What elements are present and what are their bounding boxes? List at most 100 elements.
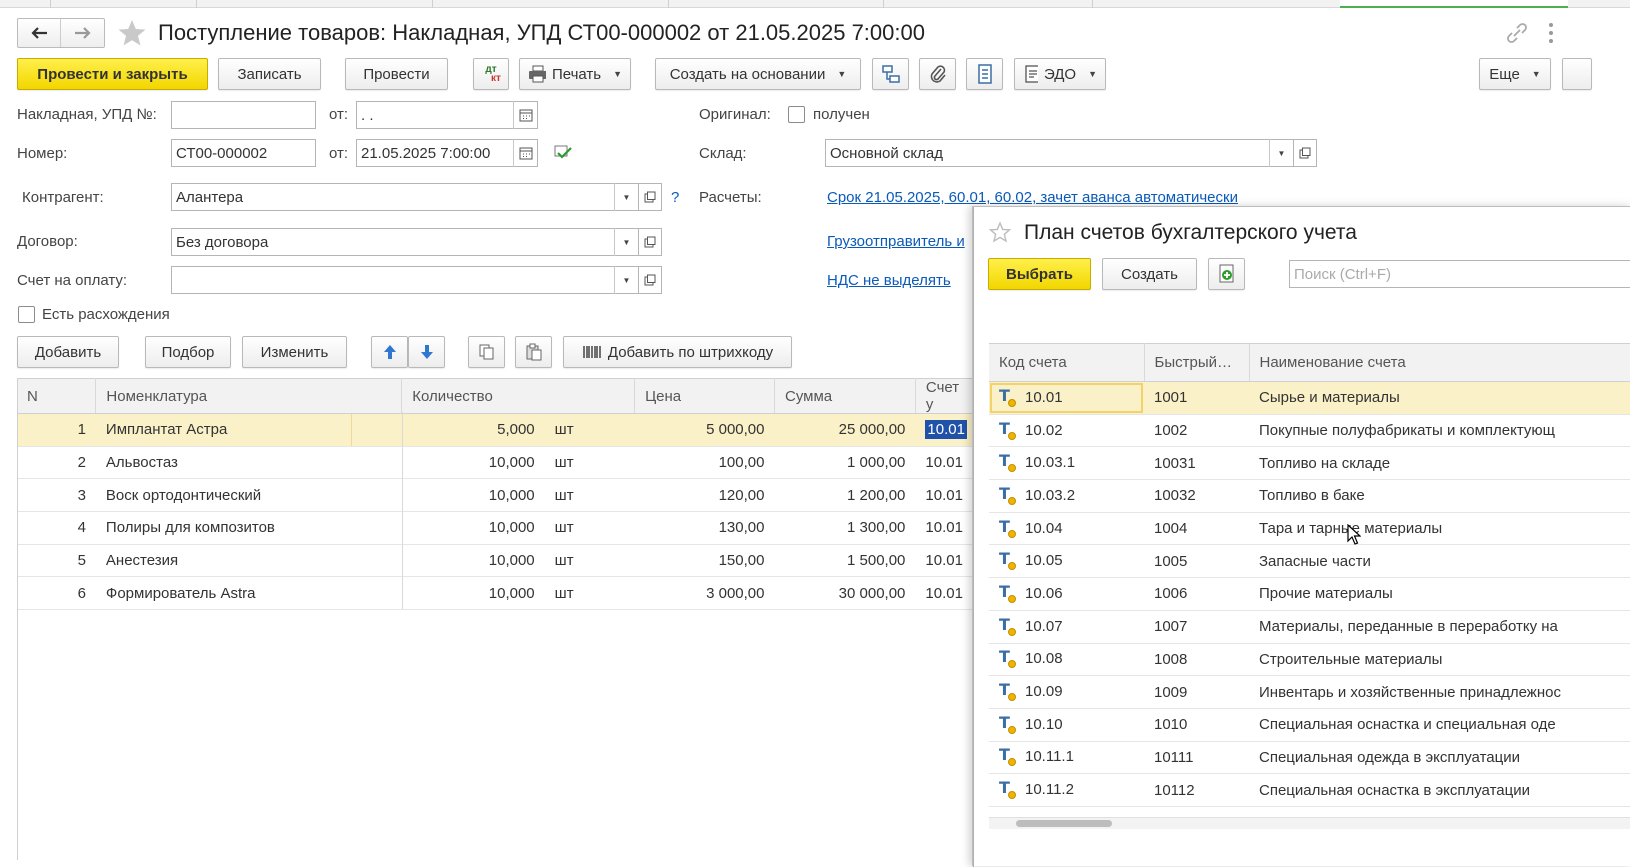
column-header-price[interactable]: Цена — [634, 378, 775, 414]
account-quick-cell[interactable]: 1001 — [1144, 381, 1249, 415]
row-price[interactable]: 150,00 — [634, 544, 775, 578]
account-quick-cell[interactable]: 1002 — [1144, 414, 1249, 448]
table-row[interactable]: 5 Анестезия 10,000 шт 150,00 1 500,00 10.01 — [17, 544, 977, 578]
payment-invoice-field[interactable]: ▼ — [171, 266, 639, 294]
row-number[interactable]: 6 — [17, 576, 96, 611]
create-account-button[interactable]: Создать — [1102, 258, 1197, 290]
account-row[interactable]: T 10.11.2 10112 Специальная оснастка в эксп… — [989, 773, 1630, 807]
contract-dropdown-button[interactable]: ▼ — [614, 228, 638, 256]
row-account[interactable]: 10.01 — [915, 576, 977, 611]
account-row[interactable]: T 10.04 1004 Тара и тарные материалы — [989, 512, 1630, 546]
account-quick-cell[interactable]: 10111 — [1144, 741, 1249, 775]
discrepancy-checkbox[interactable] — [18, 306, 35, 323]
contract-open-button[interactable] — [638, 228, 662, 256]
row-number[interactable]: 3 — [17, 478, 96, 513]
account-quick-cell[interactable]: 10112 — [1144, 773, 1249, 807]
list-button[interactable] — [966, 58, 1003, 90]
row-account[interactable]: 10.01 — [915, 478, 977, 513]
row-unit[interactable]: шт — [544, 511, 635, 545]
document-check-icon[interactable] — [553, 144, 573, 162]
favorite-star-icon[interactable] — [989, 221, 1011, 243]
account-row[interactable]: T 10.03.1 10031 Топливо на складе — [989, 446, 1630, 481]
row-price[interactable]: 130,00 — [634, 511, 775, 545]
add-by-barcode-button[interactable]: Добавить по штрихкоду — [563, 336, 792, 368]
account-code-cell[interactable]: T 10.04 — [989, 512, 1144, 546]
row-account[interactable]: 10.01 — [915, 446, 977, 480]
account-quick-cell[interactable]: 1008 — [1144, 643, 1249, 677]
print-button[interactable]: Печать ▼ — [519, 58, 631, 90]
account-row[interactable]: T 10.07 1007 Материалы, переданные в перера… — [989, 610, 1630, 644]
counterparty-field[interactable]: Алантера ▼ — [171, 183, 639, 211]
more-button[interactable]: Еще ▼ — [1479, 58, 1551, 90]
column-header-quick-select[interactable]: Быстрый… — [1144, 343, 1250, 382]
row-number[interactable]: 2 — [17, 446, 96, 480]
column-header-account[interactable]: Счет у — [915, 378, 977, 414]
original-received-checkbox[interactable] — [788, 106, 805, 123]
table-row[interactable]: 4 Полиры для композитов 10,000 шт 130,00 1 30… — [17, 511, 977, 545]
account-quick-cell[interactable]: 1009 — [1144, 675, 1249, 709]
column-header-quantity[interactable]: Количество — [401, 378, 636, 414]
create-based-on-button[interactable]: Создать на основании ▼ — [655, 58, 861, 90]
invoice-date-field[interactable]: . . — [356, 101, 538, 129]
column-header-sum[interactable]: Сумма — [774, 378, 916, 414]
contract-field[interactable]: Без договора ▼ — [171, 228, 639, 256]
number-field[interactable]: СТ00-000002 — [171, 139, 316, 167]
move-up-button[interactable] — [371, 336, 408, 368]
row-sum[interactable]: 30 000,00 — [774, 576, 916, 611]
vat-link[interactable]: НДС не выделять — [827, 272, 951, 289]
shipper-link[interactable]: Грузоотправитель и — [827, 233, 965, 250]
account-quick-cell[interactable]: 1010 — [1144, 708, 1249, 742]
edo-button[interactable]: ЭДО ▼ — [1014, 58, 1106, 90]
search-input[interactable]: Поиск (Ctrl+F) — [1289, 260, 1630, 288]
scrollbar-thumb[interactable] — [1016, 820, 1112, 827]
account-name-cell[interactable]: Специальная оснастка и специальная оде — [1249, 708, 1630, 742]
account-code-cell[interactable]: T 10.06 — [989, 577, 1144, 611]
row-account-selected[interactable]: 10.01 — [925, 420, 967, 440]
row-sum[interactable]: 25 000,00 — [774, 413, 916, 447]
account-row[interactable]: T 10.02 1002 Покупные полуфабрикаты и компл… — [989, 414, 1630, 448]
dt-kt-button[interactable]: дт кт — [473, 58, 509, 90]
change-button[interactable]: Изменить — [242, 336, 347, 368]
row-unit[interactable]: шт — [544, 446, 635, 480]
forward-button[interactable] — [61, 19, 104, 47]
help-question-icon[interactable]: ? — [671, 189, 679, 206]
account-code-cell[interactable]: T 10.10 — [989, 708, 1144, 742]
warehouse-field[interactable]: Основной склад ▼ — [825, 139, 1294, 167]
row-quantity[interactable]: 10,000 — [401, 446, 545, 480]
link-icon[interactable] — [1506, 22, 1528, 44]
table-row[interactable]: 1 Имплантат Астра 5,000 шт 5 000,00 25 000,00… — [17, 413, 977, 447]
account-name-cell[interactable]: Покупные полуфабрикаты и комплектующ — [1249, 414, 1630, 448]
row-sum[interactable]: 1 300,00 — [774, 511, 916, 545]
account-quick-cell[interactable]: 1005 — [1144, 544, 1249, 579]
column-header-n[interactable]: N — [17, 378, 97, 414]
row-number[interactable]: 5 — [17, 544, 96, 578]
row-number[interactable]: 1 — [17, 413, 96, 447]
account-row[interactable]: T 10.09 1009 Инвентарь и хозяйственные прин… — [989, 675, 1630, 709]
row-nomenclature[interactable]: Воск ортодонтический — [95, 478, 352, 513]
row-sum[interactable]: 1 500,00 — [774, 544, 916, 578]
row-quantity[interactable]: 5,000 — [401, 413, 545, 447]
row-quantity[interactable]: 10,000 — [401, 478, 545, 513]
account-code-cell[interactable]: T 10.09 — [989, 675, 1144, 709]
add-row-button[interactable]: Добавить — [17, 336, 119, 368]
row-number[interactable]: 4 — [17, 511, 96, 545]
structure-button[interactable] — [872, 58, 909, 90]
save-button[interactable]: Записать — [218, 58, 321, 90]
row-unit[interactable]: шт — [544, 544, 635, 578]
account-code-cell[interactable]: T 10.08 — [989, 643, 1144, 677]
account-code-cell[interactable]: T 10.02 — [989, 414, 1144, 448]
account-quick-cell[interactable]: 1006 — [1144, 577, 1249, 611]
account-code-cell[interactable]: T 10.03.2 — [989, 479, 1144, 513]
account-quick-cell[interactable]: 10031 — [1144, 446, 1249, 481]
row-account[interactable]: 10.01 — [915, 511, 977, 545]
account-name-cell[interactable]: Инвентарь и хозяйственные принадлежнос — [1249, 675, 1630, 709]
help-button[interactable] — [1562, 58, 1592, 90]
account-name-cell[interactable]: Специальная оснастка в эксплуатации — [1249, 773, 1630, 807]
row-account[interactable]: 10.01 — [915, 413, 977, 447]
account-row[interactable]: T 10.10 1010 Специальная оснастка и специал… — [989, 708, 1630, 742]
account-row[interactable]: T 10.03.2 10032 Топливо в баке — [989, 479, 1630, 513]
counterparty-dropdown-button[interactable]: ▼ — [614, 183, 638, 211]
warehouse-dropdown-button[interactable]: ▼ — [1269, 139, 1293, 167]
row-quantity[interactable]: 10,000 — [401, 576, 545, 611]
pick-button[interactable]: Подбор — [145, 336, 231, 368]
